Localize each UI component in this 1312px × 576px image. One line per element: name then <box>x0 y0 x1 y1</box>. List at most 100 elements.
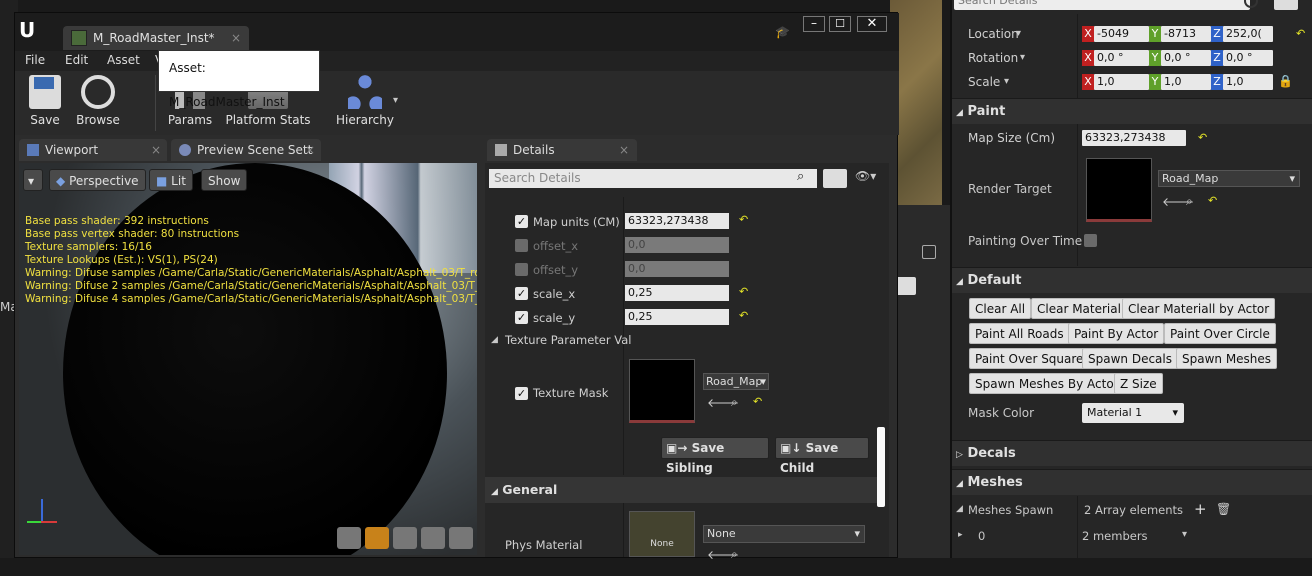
search-icon[interactable] <box>1244 0 1258 8</box>
render-target-thumbnail[interactable] <box>1086 158 1152 222</box>
z-size-button[interactable]: Z Size <box>1114 373 1163 394</box>
add-element-icon[interactable]: + <box>1194 500 1207 518</box>
help-icon[interactable]: 🎓 <box>775 25 790 39</box>
viewport-options-button[interactable]: ▾ <box>23 169 43 191</box>
menu-file[interactable]: File <box>25 53 45 67</box>
cube-preview-icon[interactable] <box>421 527 445 549</box>
reset-arrow-icon[interactable]: ↶ <box>1198 131 1207 144</box>
offset-x-checkbox[interactable] <box>515 239 528 252</box>
menu-asset[interactable]: Asset <box>107 53 140 67</box>
search-input[interactable]: Search Details <box>954 0 1250 10</box>
scale-x-field[interactable]: 0,25 <box>625 285 729 301</box>
texture-dropdown[interactable]: Road_Map ▾ <box>703 373 769 390</box>
maximize-button[interactable]: ☐ <box>829 16 851 32</box>
details-icon <box>495 144 507 156</box>
spawn-decals-button[interactable]: Spawn Decals <box>1082 348 1178 369</box>
scrollbar-thumb[interactable] <box>877 427 885 507</box>
tab-preview-scene-settings[interactable]: Preview Scene Sett × <box>171 139 321 161</box>
map-units-field[interactable]: 63323,273438 <box>625 213 729 229</box>
view-options-icon[interactable] <box>1274 0 1298 10</box>
scale-x-field[interactable]: 1,0 <box>1094 74 1149 90</box>
browse-search-icon[interactable]: ⌕ <box>731 395 738 410</box>
close-tab-icon[interactable]: × <box>231 26 241 50</box>
spawn-meshes-by-actor-button[interactable]: Spawn Meshes By Actor <box>969 373 1125 394</box>
plane-preview-icon[interactable] <box>393 527 417 549</box>
lock-icon[interactable] <box>922 245 936 259</box>
save-sibling-button[interactable]: ▣→ Save Sibling <box>661 437 769 475</box>
rotation-x-field[interactable]: 0,0 ° <box>1094 50 1149 66</box>
clear-material-button[interactable]: Clear Material <box>1031 298 1127 319</box>
paint-category[interactable]: ◢ Paint <box>952 98 1312 124</box>
spawn-meshes-button[interactable]: Spawn Meshes <box>1176 348 1278 369</box>
location-z-field[interactable]: 252,0( <box>1223 26 1273 42</box>
rotation-z-field[interactable]: 0,0 ° <box>1223 50 1273 66</box>
reset-arrow-icon[interactable]: ↶ <box>753 395 762 408</box>
perspective-button[interactable]: ◆ Perspective <box>49 169 146 191</box>
paint-over-square-button[interactable]: Paint Over Square <box>969 348 1090 369</box>
paint-over-circle-button[interactable]: Paint Over Circle <box>1164 323 1276 344</box>
teapot-preview-icon[interactable] <box>449 527 473 549</box>
map-size-field[interactable]: 63323,273438 <box>1082 130 1186 146</box>
param-label: offset_y <box>533 263 579 277</box>
offset-x-field[interactable]: 0,0 <box>625 237 729 253</box>
location-x-field[interactable]: -5049 <box>1094 26 1149 42</box>
hierarchy-dropdown-icon[interactable]: ▾ <box>393 95 398 106</box>
reset-arrow-icon[interactable]: ↶ <box>1296 27 1305 40</box>
map-size-row: Map Size (Cm) 63323,273438 ↶ <box>952 126 1312 150</box>
map-units-checkbox[interactable]: ✓ <box>515 215 528 228</box>
location-y-field[interactable]: -8713 <box>1161 26 1211 42</box>
search-details-input[interactable]: Search Details <box>489 169 817 188</box>
phys-material-dropdown[interactable]: None ▾ <box>703 525 865 543</box>
texture-section-label[interactable]: Texture Parameter Val <box>505 333 631 347</box>
save-button[interactable]: Save <box>25 75 65 127</box>
tab-viewport[interactable]: Viewport × <box>19 139 167 161</box>
render-target-dropdown[interactable]: Road_Map ▾ <box>1158 170 1300 187</box>
view-list-icon[interactable] <box>823 169 847 188</box>
scale-y-field[interactable]: 0,25 <box>625 309 729 325</box>
reset-arrow-icon[interactable]: ↶ <box>739 285 748 298</box>
scale-y-checkbox[interactable]: ✓ <box>515 311 528 324</box>
asset-tab[interactable]: M_RoadMaster_Inst* × <box>63 26 249 50</box>
scale-y-field[interactable]: 1,0 <box>1161 74 1211 90</box>
offset-y-field[interactable]: 0,0 <box>625 261 729 277</box>
mask-color-dropdown[interactable]: Material 1 ▾ <box>1082 403 1184 423</box>
texture-mask-checkbox[interactable]: ✓ <box>515 387 528 400</box>
lit-button[interactable]: ■ Lit <box>149 169 193 191</box>
browse-search-icon[interactable]: ⌕ <box>1186 194 1193 209</box>
close-button[interactable]: ✕ <box>857 16 887 32</box>
meshes-category[interactable]: ◢ Meshes <box>952 469 1312 495</box>
painting-over-time-checkbox[interactable] <box>1084 234 1097 247</box>
default-category[interactable]: ◢ Default <box>952 267 1312 293</box>
phys-material-thumbnail[interactable]: None <box>629 511 695 557</box>
rotation-y-field[interactable]: 0,0 ° <box>1161 50 1211 66</box>
decals-category[interactable]: ▷ Decals <box>952 440 1312 466</box>
cylinder-preview-icon[interactable] <box>337 527 361 549</box>
offset-y-checkbox[interactable] <box>515 263 528 276</box>
eye-icon[interactable]: 👁▾ <box>855 169 876 183</box>
reset-arrow-icon[interactable]: ↶ <box>739 213 748 226</box>
reset-arrow-icon[interactable]: ↶ <box>1208 194 1217 207</box>
lock-icon[interactable]: 🔒 <box>1278 74 1293 88</box>
clear-material-by-actor-button[interactable]: Clear Materiall by Actor <box>1122 298 1276 319</box>
paint-by-actor-button[interactable]: Paint By Actor <box>1068 323 1165 344</box>
save-child-button[interactable]: ▣↓ Save Child <box>775 437 869 475</box>
paint-all-roads-button[interactable]: Paint All Roads <box>969 323 1070 344</box>
general-section[interactable]: ◢ General <box>485 477 877 503</box>
texture-thumbnail[interactable] <box>629 359 695 423</box>
browse-button[interactable]: Browse <box>73 75 123 127</box>
scale-z-field[interactable]: 1,0 <box>1223 74 1273 90</box>
shader-warning-line: Warning: Difuse 4 samples /Game/Carla/St… <box>25 293 477 305</box>
material-preview-viewport[interactable]: ▾ ◆ Perspective ■ Lit Show Base pass sha… <box>19 163 477 555</box>
clear-all-button[interactable]: Clear All <box>969 298 1032 319</box>
hierarchy-button[interactable]: Hierarchy <box>335 75 395 127</box>
show-button[interactable]: Show <box>201 169 248 191</box>
minimize-button[interactable]: – <box>803 16 825 32</box>
reset-arrow-icon[interactable]: ↶ <box>739 309 748 322</box>
sphere-preview-icon[interactable] <box>365 527 389 549</box>
scale-x-checkbox[interactable]: ✓ <box>515 287 528 300</box>
chevron-down-icon[interactable]: ▾ <box>1182 529 1187 540</box>
menu-edit[interactable]: Edit <box>65 53 88 67</box>
browse-search-icon[interactable]: ⌕ <box>731 547 738 562</box>
tab-details[interactable]: Details × <box>487 139 637 161</box>
trash-icon[interactable]: 🗑 <box>1216 502 1231 516</box>
